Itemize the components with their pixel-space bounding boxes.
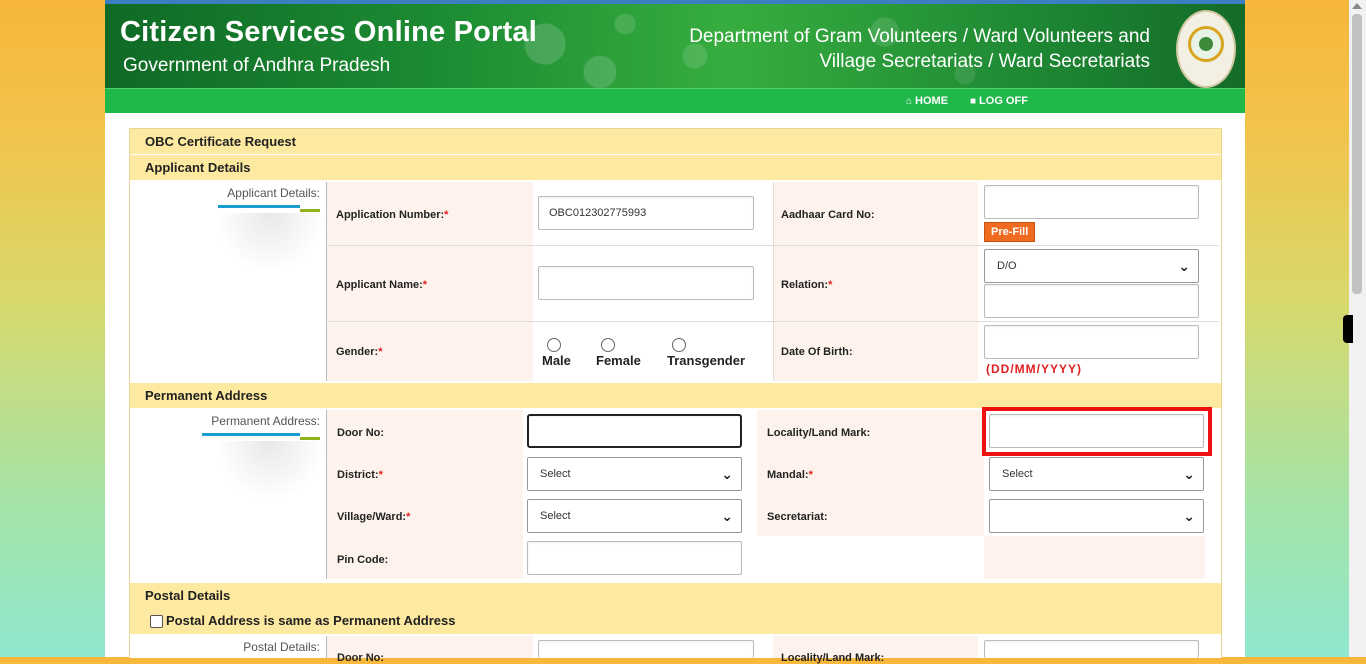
locality-label: Locality/Land Mark: [767,427,871,439]
home-link-label: HOME [915,95,949,107]
postal-door-field[interactable] [538,640,754,658]
postal-locality-field[interactable] [984,640,1199,658]
applicant-name-label: Applicant Name:* [336,279,428,291]
gender-transgender-label: Transgender [667,353,746,368]
chevron-down-icon: ⌄ [1178,258,1190,274]
scrollbar-thumb[interactable] [1352,14,1362,294]
postal-side-label: Postal Details: [243,640,320,654]
page-container: Citizen Services Online Portal Governmen… [105,0,1245,664]
postal-section-header: Postal Details [130,583,1221,608]
department-name: Department of Gram Volunteers / Ward Vol… [689,24,1150,74]
gender-transgender-radio[interactable] [672,338,686,352]
grid-divider [326,636,327,658]
applicant-section-header: Applicant Details [130,155,1221,180]
postal-same-label: Postal Address is same as Permanent Addr… [166,613,456,628]
village-ward-selected-value: Select [540,510,571,522]
side-feedback-tab[interactable] [1343,315,1353,343]
permanent-section-header: Permanent Address [130,383,1221,408]
gender-male-label: Male [542,353,571,368]
secretariat-label: Secretariat: [767,511,828,523]
application-number-label: Application Number:* [336,209,449,221]
application-number-field[interactable]: OBC012302775993 [538,196,754,230]
header-banner: Citizen Services Online Portal Governmen… [105,4,1245,88]
locality-field[interactable] [989,414,1204,448]
applicant-name-field[interactable] [538,266,754,300]
home-link[interactable]: ⌂ HOME [906,95,948,107]
district-label: District:* [337,469,383,481]
side-underline-blue [218,205,300,208]
side-shadow [215,213,325,273]
relation-label: Relation:* [781,279,833,291]
grid-divider [326,182,327,381]
grid-divider [326,321,1219,322]
lock-icon: ■ [970,96,977,107]
grid-divider [326,245,1219,246]
postal-same-checkbox[interactable] [150,615,163,628]
permanent-side-label: Permanent Address: [211,414,320,428]
scroll-up-arrow-icon[interactable] [1352,3,1362,9]
logoff-link-label: LOG OFF [979,95,1028,107]
side-underline-green [300,209,320,212]
gender-female-radio[interactable] [601,338,615,352]
dob-field[interactable] [984,325,1199,359]
applicant-side-label: Applicant Details: [227,186,320,200]
mandal-label: Mandal:* [767,469,813,481]
village-ward-label: Village/Ward:* [337,511,411,523]
relation-selected-value: D/O [997,260,1017,272]
door-no-label: Door No: [337,427,385,439]
gender-female-label: Female [596,353,641,368]
department-line-1: Department of Gram Volunteers / Ward Vol… [689,26,1150,47]
chevron-down-icon: ⌄ [1183,466,1195,482]
relation-select[interactable]: D/O ⌄ [984,249,1199,283]
secretariat-select[interactable]: ⌄ [989,499,1204,533]
chevron-down-icon: ⌄ [721,466,733,482]
mandal-selected-value: Select [1002,468,1033,480]
permanent-empty-cell [757,536,984,579]
side-underline-green [300,437,320,440]
prefill-button[interactable]: Pre-Fill [984,222,1036,242]
pin-code-field[interactable] [527,541,742,575]
logoff-link[interactable]: ■ LOG OFF [970,95,1028,107]
obc-request-panel: OBC Certificate Request Applicant Detail… [129,128,1222,664]
postal-same-row: Postal Address is same as Permanent Addr… [130,608,1221,634]
nav-bar: ⌂ HOME ■ LOG OFF [105,88,1245,113]
gender-label: Gender:* [336,346,383,358]
home-icon: ⌂ [906,96,913,107]
mandal-select[interactable]: Select ⌄ [989,457,1204,491]
district-selected-value: Select [540,468,571,480]
grid-divider [773,182,774,381]
postal-locality-label: Locality/Land Mark: [781,652,885,664]
district-select[interactable]: Select ⌄ [527,457,742,491]
aadhaar-field[interactable] [984,185,1199,219]
village-ward-select[interactable]: Select ⌄ [527,499,742,533]
dob-label: Date Of Birth: [781,346,853,358]
door-no-field[interactable] [527,414,742,448]
dob-format-hint: (DD/MM/YYYY) [986,362,1082,376]
side-shadow [215,441,325,501]
department-line-2: Village Secretariats / Ward Secretariats [819,51,1150,72]
chevron-down-icon: ⌄ [1183,508,1195,524]
relation-name-field[interactable] [984,284,1199,318]
pin-code-label: Pin Code: [337,554,389,566]
portal-subtitle: Government of Andhra Pradesh [123,55,391,76]
form-title: OBC Certificate Request [130,129,1221,154]
aadhaar-label: Aadhaar Card No: [781,209,875,221]
grid-divider [326,410,327,579]
emblem-core [1199,37,1213,51]
chevron-down-icon: ⌄ [721,508,733,524]
gender-male-radio[interactable] [547,338,561,352]
side-underline-blue [202,433,300,436]
portal-title: Citizen Services Online Portal [120,16,537,48]
state-emblem-icon [1176,10,1236,88]
postal-door-label: Door No: [337,652,385,664]
